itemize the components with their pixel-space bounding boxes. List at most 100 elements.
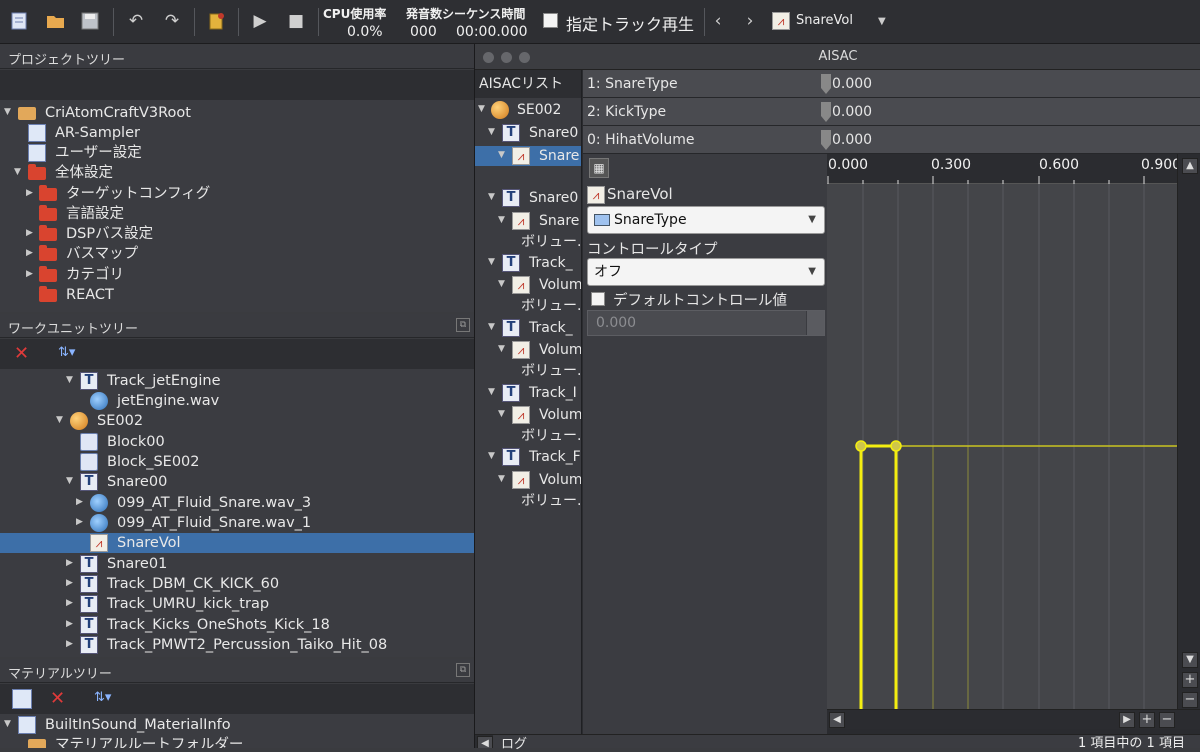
tree-item-bus-map[interactable]: ▶ バスマップ [0,244,474,264]
build-icon[interactable] [204,9,228,33]
tree-item-snare-wav3[interactable]: ▶ 099_AT_Fluid_Snare.wav_3 [0,493,474,513]
tree-item-snare01[interactable]: ▶ T Snare01 [0,554,474,574]
aisac-list-item[interactable]: ▼ T Snare0 [475,188,581,208]
zoom-out-icon: − [1159,712,1175,728]
control-param-row[interactable]: 1: SnareType 0.000 [583,70,1200,98]
tree-item-builtin-sound[interactable]: ▼ BuiltInSound_MaterialInfo [0,715,474,735]
tree-item-snarevol[interactable]: ⩘ SnareVol [0,533,474,553]
prev-arrow-icon[interactable]: ‹ [706,9,730,33]
curve-point[interactable] [890,440,902,452]
aisac-graph[interactable]: 0.000 0.300 0.600 0.900 ▲ ▼ + − ◀ ▶ + − [827,154,1200,748]
tree-item-user-settings[interactable]: ユーザー設定 [0,143,474,163]
tree-item-se002[interactable]: ▼ SE002 [0,411,474,431]
aisac-list-item[interactable]: ▼ T Track_ [475,318,581,338]
scroll-right-icon: ▶ [1119,712,1135,728]
tree-item-category[interactable]: ▶ カテゴリ [0,265,474,285]
add-material-icon[interactable] [12,689,32,709]
curve-point[interactable] [855,440,867,452]
block-icon [80,453,98,471]
stop-icon[interactable]: ■ [284,9,308,33]
next-arrow-icon[interactable]: › [738,9,762,33]
slider-knob[interactable] [821,74,831,94]
tree-item-snare-wav1[interactable]: ▶ 099_AT_Fluid_Snare.wav_1 [0,513,474,533]
aisac-list-item[interactable]: ▼ SE002 [475,100,581,120]
aisac-list-item[interactable]: ▼ ⩘ Volum [475,340,581,360]
aisac-list-item[interactable]: ▼ T Track_F [475,447,581,467]
track-icon: T [80,555,98,573]
tree-item-language[interactable]: 言語設定 [0,204,474,224]
selected-item-combo[interactable]: ⩘ SnareVol ▼ [772,10,892,34]
tree-item-jetengine-wav[interactable]: jetEngine.wav [0,391,474,411]
open-folder-icon[interactable] [44,9,68,33]
aisac-list-item[interactable]: ボリュー. [475,296,581,316]
tree-item-global-settings[interactable]: ▼ 全体設定 [0,163,474,183]
volume-curve[interactable] [859,444,898,714]
new-project-icon[interactable] [8,9,32,33]
close-window-button[interactable] [483,52,494,63]
play-icon[interactable]: ▶ [248,9,272,33]
aisac-list-item[interactable]: ボリュー. [475,426,581,446]
aisac-list-item[interactable]: ▼ T Track_ [475,253,581,273]
delete-icon[interactable]: ✕ [50,688,65,709]
control-param-row[interactable]: 0: HihatVolume 0.000 [583,126,1200,154]
undo-icon[interactable]: ↶ [124,9,148,33]
slider-knob[interactable] [821,102,831,122]
aisac-list-item[interactable]: ▼ ⩘ Snare [475,146,581,166]
aisac-list-header: AISACリスト [475,70,581,98]
default-control-checkbox[interactable] [591,292,605,306]
default-control-value-input[interactable]: 0.000 [587,310,825,336]
redo-icon[interactable]: ↷ [160,9,184,33]
graph-hscroll[interactable]: ◀ ▶ + − [827,709,1200,729]
aisac-list-item[interactable]: ▼ T Track_I [475,383,581,403]
float-icon[interactable]: ⧉ [456,318,470,332]
sort-icon[interactable]: ⇅▾ [58,345,75,360]
sort-icon[interactable]: ⇅▾ [94,690,111,705]
folder-icon [39,205,57,221]
aisac-icon: ⩘ [772,12,790,30]
aisac-list-item[interactable]: ▼ ⩘ Volum [475,275,581,295]
track-play-checkbox[interactable] [543,13,558,28]
tree-item-track-jetengine[interactable]: ▼ T Track_jetEngine [0,371,474,391]
save-icon[interactable] [78,9,102,33]
graph-vscroll[interactable]: ▲ ▼ + − [1177,154,1200,714]
grid-icon[interactable]: ▦ [589,158,609,178]
aisac-list-item[interactable]: ボリュー. [475,491,581,511]
tree-item-track-kicks[interactable]: ▶ T Track_Kicks_OneShots_Kick_18 [0,615,474,635]
tree-item-block-se002[interactable]: Block_SE002 [0,452,474,472]
tree-item-track-dbm[interactable]: ▶ T Track_DBM_CK_KICK_60 [0,574,474,594]
tree-item-ar-sampler[interactable]: AR-Sampler [0,123,474,143]
float-icon[interactable]: ⧉ [456,663,470,677]
curve-svg[interactable] [827,184,1177,714]
control-type-select[interactable]: オフ ▼ [587,258,825,286]
user-settings-icon [28,144,46,162]
material-tree: ▼ BuiltInSound_MaterialInfo マテリアルルートフォルダ… [0,714,474,748]
aisac-list-item[interactable]: ▼ ⩘ Snare [475,211,581,231]
control-combo[interactable]: SnareType ▼ [587,206,825,234]
zoom-window-button[interactable] [519,52,530,63]
tree-item-dsp-bus[interactable]: ▶ DSPバス設定 [0,224,474,244]
folder-icon [39,225,57,241]
tree-item-target-config[interactable]: ▶ ターゲットコンフィグ [0,184,474,204]
slider-knob[interactable] [821,130,831,150]
aisac-list-item[interactable]: ▼ T Snare0 [475,123,581,143]
delete-icon[interactable]: ✕ [14,343,29,364]
aisac-list-item[interactable]: ▼ ⩘ Volum [475,470,581,490]
tree-item-snare00[interactable]: ▼ T Snare00 [0,472,474,492]
minimize-window-button[interactable] [501,52,512,63]
aisac-list-item[interactable]: ▼ ⩘ Volum [475,405,581,425]
curve-plot-area[interactable] [827,184,1177,714]
control-param-row[interactable]: 2: KickType 0.000 [583,98,1200,126]
chevron-down-icon: ▼ [878,16,886,27]
material-tree-title: マテリアルツリー [8,667,112,682]
tree-item-block00[interactable]: Block00 [0,432,474,452]
tree-item-material-root[interactable]: マテリアルルートフォルダー [0,735,474,748]
workunit-tree: ▼ T Track_jetEngine jetEngine.wav ▼ SE002… [0,369,474,657]
workunit-tree-title: ワークユニットツリー [8,322,139,337]
tree-item-root[interactable]: ▼ CriAtomCraftV3Root [0,103,474,123]
tree-item-react[interactable]: REACT [0,285,474,305]
aisac-list-item[interactable]: ボリュー. [475,232,581,252]
tree-item-track-pmwt2[interactable]: ▶ T Track_PMWT2_Percussion_Taiko_Hit_08 [0,635,474,655]
aisac-list-item[interactable]: ボリュー. [475,361,581,381]
aisac-list: AISACリスト ▼ SE002 ▼ T Snare0 ▼ ⩘ Snare ▼ T Snare… [475,70,582,748]
tree-item-track-umru[interactable]: ▶ T Track_UMRU_kick_trap [0,594,474,614]
